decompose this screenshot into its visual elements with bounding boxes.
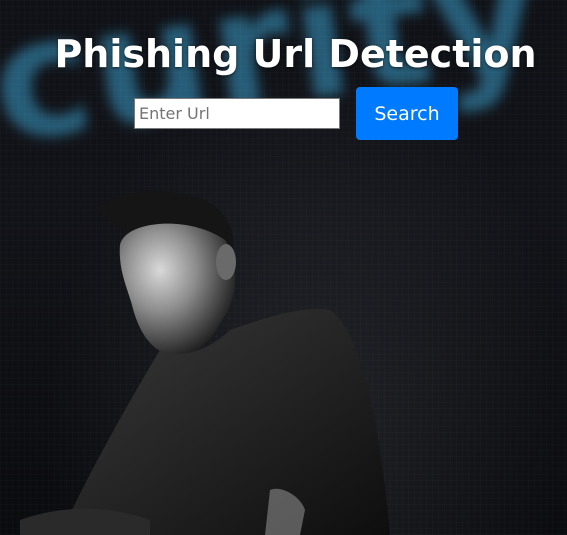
page-title: Phishing Url Detection (54, 32, 537, 76)
search-form: Search (134, 87, 458, 140)
hacker-background-image (20, 191, 390, 535)
url-input[interactable] (134, 98, 340, 129)
page: curity Phishing Url Detection S (0, 0, 567, 535)
search-button[interactable]: Search (356, 87, 458, 140)
